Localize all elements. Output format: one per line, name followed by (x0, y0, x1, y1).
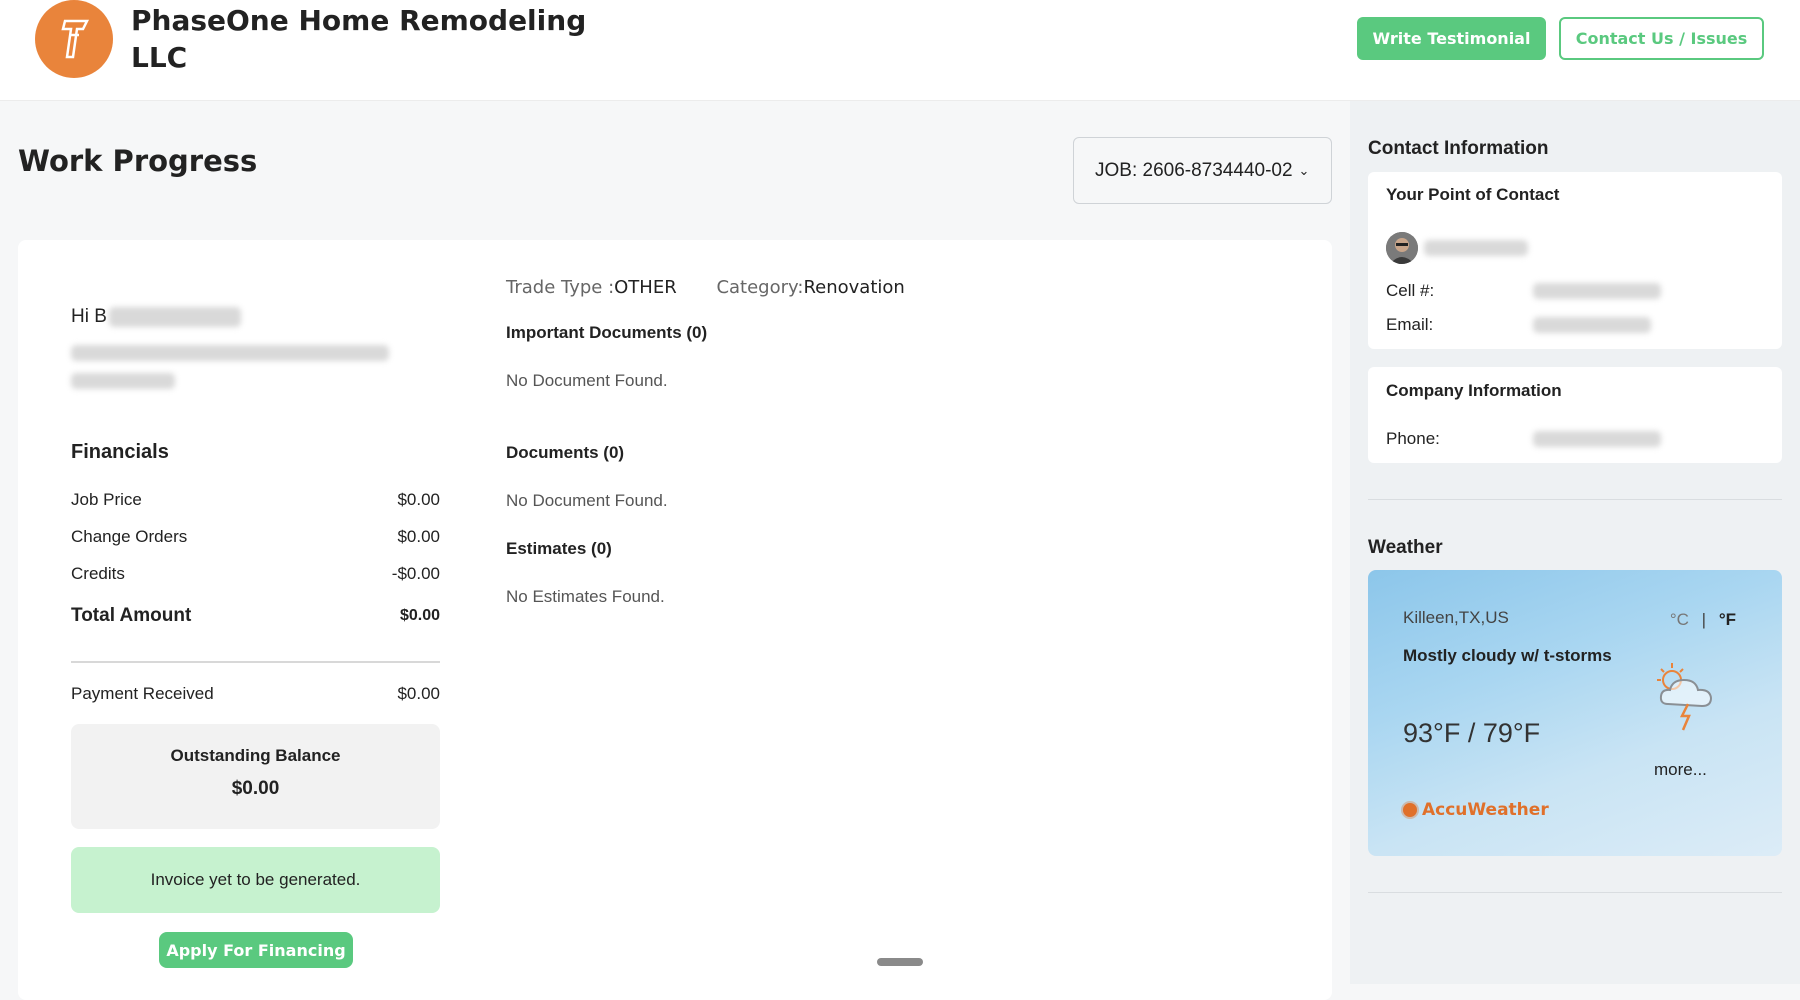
customer-greeting: Hi B (71, 306, 241, 328)
company-information-title: Company Information (1386, 381, 1562, 400)
weather-widget: Killeen,TX,US °C | °F Mostly cloudy w/ t… (1368, 570, 1782, 856)
job-select-value: JOB: 2606-8734440-02 (1095, 159, 1293, 181)
celsius-toggle[interactable]: °C (1670, 610, 1689, 629)
weather-unit-toggle: °C | °F (1670, 610, 1736, 630)
weather-location: Killeen,TX,US (1403, 608, 1509, 627)
financial-row-label: Change Orders (71, 527, 188, 546)
chevron-down-icon: ⌄ (1298, 162, 1310, 178)
category-label: Category: (716, 277, 804, 298)
redacted-email (1533, 317, 1651, 333)
important-documents-title: Important Documents (0) (506, 323, 708, 342)
financial-row-label: Credits (71, 564, 125, 583)
weather-temperature: 93°F / 79°F (1403, 718, 1541, 748)
payment-received-label: Payment Received (71, 684, 214, 703)
point-of-contact-title: Your Point of Contact (1386, 185, 1560, 204)
invoice-status-banner: Invoice yet to be generated. (71, 847, 440, 913)
redacted-customer-address (71, 345, 389, 389)
write-testimonial-button[interactable]: Write Testimonial (1357, 17, 1546, 60)
scroll-handle[interactable] (877, 958, 923, 966)
documents-empty: No Document Found. (506, 491, 668, 510)
thunderstorm-cloud-sun-icon (1652, 660, 1722, 734)
total-amount-row: Total Amount $0.00 (71, 605, 440, 627)
fahrenheit-toggle[interactable]: °F (1719, 610, 1736, 629)
outstanding-balance-label: Outstanding Balance (170, 746, 341, 765)
payment-received-value: $0.00 (397, 684, 440, 703)
financial-row: Job Price $0.00 (71, 490, 440, 510)
payment-received-row: Payment Received $0.00 (71, 684, 440, 704)
weather-more-link[interactable]: more... (1654, 760, 1707, 780)
weather-description: Mostly cloudy w/ t-storms (1403, 646, 1612, 665)
financials-divider (71, 661, 440, 663)
accuweather-brand-text: AccuWeather (1422, 800, 1549, 820)
documents-title: Documents (0) (506, 443, 625, 462)
contact-us-button[interactable]: Contact Us / Issues (1559, 17, 1764, 60)
cell-label: Cell #: (1386, 281, 1435, 300)
financial-row: Change Orders $0.00 (71, 527, 440, 547)
page-title: Work Progress (18, 144, 258, 178)
apply-financing-button[interactable]: Apply For Financing (159, 932, 353, 968)
trade-type-label: Trade Type : (506, 277, 615, 298)
outstanding-balance-value: $0.00 (231, 778, 280, 799)
greeting-text: Hi B (71, 306, 107, 327)
accuweather-sun-icon (1403, 803, 1417, 817)
company-name: PhaseOne Home Remodeling LLC (131, 4, 587, 74)
sidebar-divider (1368, 499, 1782, 500)
financial-row-value: $0.00 (397, 490, 440, 509)
logo-mark-icon (61, 19, 90, 59)
total-amount-label: Total Amount (71, 605, 192, 626)
financial-row-value: $0.00 (397, 527, 440, 546)
redacted-company-phone (1533, 431, 1661, 447)
financial-row-label: Job Price (71, 490, 142, 509)
redacted-customer-name (108, 307, 241, 327)
unit-separator: | (1701, 610, 1707, 629)
redacted-cell-number (1533, 283, 1661, 299)
top-header: PhaseOne Home Remodeling LLC Write Testi… (0, 0, 1800, 101)
avatar (1386, 232, 1418, 264)
trade-type-value: OTHER (614, 277, 677, 298)
total-amount-value: $0.00 (399, 607, 440, 624)
estimates-empty: No Estimates Found. (506, 587, 665, 606)
contact-avatar-icon (1386, 232, 1418, 264)
trade-category-line: Trade Type :OTHER Category:Renovation (506, 277, 905, 298)
point-of-contact-card: Your Point of Contact Cell #: Email: (1368, 172, 1782, 349)
email-label: Email: (1386, 315, 1434, 334)
contact-information-heading: Contact Information (1368, 138, 1549, 159)
phone-label: Phone: (1386, 429, 1440, 448)
outstanding-balance-box: Outstanding Balance $0.00 (71, 724, 440, 829)
financial-row: Credits -$0.00 (71, 564, 440, 584)
company-logo (35, 0, 113, 78)
redacted-contact-name (1424, 240, 1528, 256)
financials-title: Financials (71, 441, 169, 463)
estimates-title: Estimates (0) (506, 539, 612, 558)
category-value: Renovation (803, 277, 905, 298)
sidebar-divider (1368, 892, 1782, 893)
financial-row-value: -$0.00 (391, 564, 440, 583)
company-information-card: Company Information Phone: (1368, 367, 1782, 463)
important-documents-empty: No Document Found. (506, 371, 668, 390)
job-select[interactable]: JOB: 2606-8734440-02 ⌄ (1073, 137, 1332, 204)
weather-heading: Weather (1368, 537, 1443, 558)
accuweather-logo[interactable]: AccuWeather (1403, 800, 1549, 820)
